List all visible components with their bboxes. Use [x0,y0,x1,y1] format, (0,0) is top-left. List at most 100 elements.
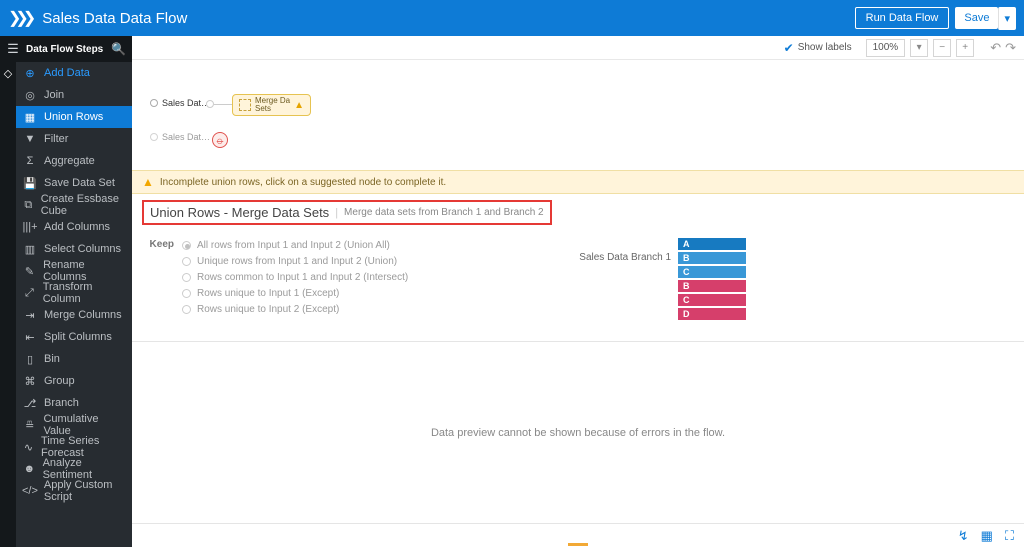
radio-icon [182,257,191,266]
sidebar-item-save-data-set[interactable]: 💾Save Data Set [16,172,132,194]
sidebar-item-create-essbase-cube[interactable]: ⧉ Create Essbase Cube [16,194,132,216]
sidebar-item-add-columns[interactable]: |||+Add Columns [16,216,132,238]
add-node-button[interactable]: ⦵ [212,132,228,148]
sidebar-item-group[interactable]: ⌘ Group [16,370,132,392]
sidebar-item-label: Analyze Sentiment [43,457,126,481]
data-preview-panel: Data preview cannot be shown because of … [132,341,1024,547]
undo-button[interactable]: ↶ [990,40,1001,56]
sidebar-item-time-series-forecast[interactable]: ∿Time Series Forecast [16,436,132,458]
sidebar-item-aggregate[interactable]: Σ Aggregate [16,150,132,172]
keep-option-except-1[interactable]: Rows unique to Input 1 (Except) [182,285,482,301]
radio-icon [182,289,191,298]
keep-option-union-all[interactable]: All rows from Input 1 and Input 2 (Union… [182,237,482,253]
split-columns-icon: ⇤ [22,331,38,344]
show-labels-text: Show labels [798,42,852,53]
rename-columns-icon: ✎ [22,265,37,278]
sidebar-item-label: Merge Columns [44,309,122,321]
sidebar-item-label: Group [44,375,75,387]
sidebar-item-split-columns[interactable]: ⇤ Split Columns [16,326,132,348]
rail-marker-icon: ◇ [0,62,16,84]
data-preview-error-message: Data preview cannot be shown because of … [132,342,1024,523]
save-data-set-icon: 💾 [22,177,38,190]
warning-message: Incomplete union rows, click on a sugges… [160,177,446,188]
node-out-port[interactable] [206,100,214,108]
keep-option-except-2[interactable]: Rows unique to Input 2 (Except) [182,301,482,317]
sidebar-item-filter[interactable]: ▼ Filter [16,128,132,150]
breadcrumb-back-icon[interactable]: ❯❯❯ [8,8,36,28]
search-icon[interactable]: 🔍 [111,42,126,56]
cumulative-value-icon: ≞ [22,419,37,432]
sidebar-item-label: Join [44,89,64,101]
option-label: All rows from Input 1 and Input 2 (Union… [197,240,390,251]
sidebar-item-label: Split Columns [44,331,112,343]
sidebar-item-cumulative-value[interactable]: ≞ Cumulative Value [16,414,132,436]
table-view-icon[interactable]: ▦ [981,528,993,544]
steps-menu-icon[interactable]: ☰ [6,41,20,57]
preview-chip: A [677,237,747,251]
preview-chip: B [677,279,747,293]
sidebar-item-union-rows[interactable]: ▦Union Rows [16,106,132,128]
select-columns-icon: ▥ [22,243,38,256]
sidebar-item-select-columns[interactable]: ▥Select Columns [16,238,132,260]
sidebar-item-label: Add Data [44,67,90,79]
sidebar-item-rename-columns[interactable]: ✎ Rename Columns [16,260,132,282]
sidebar-item-add-data[interactable]: ⊕ Add Data [16,62,132,84]
flow-canvas[interactable]: Sales Dat… Merge Da Sets ▲ Sales Dat… ⦵ [132,60,1024,170]
sidebar-item-label: Add Columns [44,221,110,233]
refresh-icon[interactable]: ↯ [958,528,969,544]
option-label: Rows unique to Input 2 (Except) [197,304,339,315]
join-icon: ◎ [22,89,38,102]
zoom-level[interactable]: 100% [866,39,906,57]
sidebar-item-label: Aggregate [44,155,95,167]
node-label: Sales Dat… [162,132,210,142]
zoom-dropdown-button[interactable]: ▾ [910,39,928,57]
sidebar-item-label: Filter [44,133,68,145]
option-label: Unique rows from Input 1 and Input 2 (Un… [197,256,397,267]
sidebar-item-merge-columns[interactable]: ⇥Merge Columns [16,304,132,326]
expand-icon[interactable]: ⛶ [1005,528,1014,544]
option-label: Rows unique to Input 1 (Except) [197,288,339,299]
show-labels-toggle[interactable]: ✔ Show labels [784,41,852,55]
union-preview: Sales Data Branch 1 A B C B C D [562,237,747,321]
check-icon: ✔ [784,41,794,55]
radio-icon [182,241,191,250]
node-label: Sales Dat… [162,98,210,108]
sidebar-item-label: Transform Column [43,281,126,305]
sidebar-item-label: Time Series Forecast [41,435,126,459]
sidebar-item-label: Union Rows [44,111,103,123]
radio-icon [182,273,191,282]
keep-option-union[interactable]: Unique rows from Input 1 and Input 2 (Un… [182,253,482,269]
sentiment-icon: ☻ [22,463,37,475]
flow-node-merge-data-sets[interactable]: Merge Da Sets ▲ [232,94,311,116]
bin-icon: ▯ [22,353,38,366]
zoom-in-button[interactable]: + [956,39,974,57]
sidebar-item-join[interactable]: ◎ Join [16,84,132,106]
merge-label: Merge Da Sets [255,97,290,113]
sidebar-item-label: Create Essbase Cube [41,193,126,217]
preview-chip: D [677,307,747,321]
preview-chip: C [677,293,747,307]
sidebar-item-label: Rename Columns [43,259,126,283]
sidebar-item-branch[interactable]: ⎇Branch [16,392,132,414]
cube-icon: ⧉ [22,199,35,212]
sidebar-item-label: Cumulative Value [43,413,126,437]
save-menu-button[interactable]: ▾ [998,7,1016,30]
union-header-highlight: Union Rows - Merge Data Sets | Merge dat… [142,200,552,225]
keep-option-intersect[interactable]: Rows common to Input 1 and Input 2 (Inte… [182,269,482,285]
group-icon: ⌘ [22,375,38,388]
sidebar-item-apply-custom-script[interactable]: </>Apply Custom Script [16,480,132,502]
run-data-flow-button[interactable]: Run Data Flow [855,7,950,29]
flow-node-sales-data-2[interactable]: Sales Dat… [150,132,210,142]
add-data-icon: ⊕ [22,67,38,80]
filter-icon: ▼ [22,133,38,145]
sidebar-item-analyze-sentiment[interactable]: ☻ Analyze Sentiment [16,458,132,480]
zoom-out-button[interactable]: − [933,39,951,57]
sidebar-item-bin[interactable]: ▯Bin [16,348,132,370]
flow-node-sales-data-1[interactable]: Sales Dat… [150,98,210,108]
save-button[interactable]: Save [955,7,998,29]
script-icon: </> [22,485,38,497]
redo-button[interactable]: ↷ [1005,40,1016,56]
aggregate-icon: Σ [22,155,38,167]
option-label: Rows common to Input 1 and Input 2 (Inte… [197,272,408,283]
sidebar-item-transform-column[interactable]: ⤢Transform Column [16,282,132,304]
